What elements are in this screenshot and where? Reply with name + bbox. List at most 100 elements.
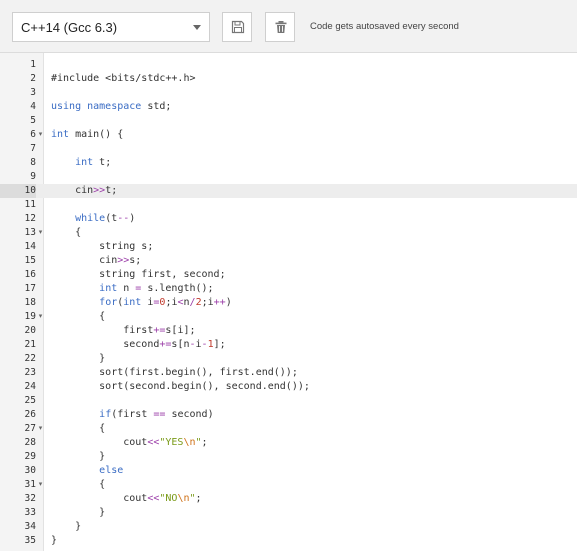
code-text: while(t--)	[51, 212, 135, 226]
fold-arrow-icon[interactable]: ▾	[37, 226, 44, 240]
code-line[interactable]: 21 second+=s[n-i-1];	[0, 338, 577, 352]
code-editor[interactable]: 1 2 #include <bits/stdc++.h> 3 4 using namesp…	[0, 53, 577, 551]
code-line[interactable]: 5	[0, 114, 577, 128]
code-token: int	[75, 157, 94, 168]
code-text: string first, second;	[51, 268, 225, 282]
code-token: int	[51, 129, 70, 140]
code-line[interactable]: 26 if(first == second)	[0, 408, 577, 422]
line-number: 18	[24, 297, 36, 308]
editor-toolbar: C++14 (Gcc 6.3) Code gets autosaved ever…	[0, 0, 577, 53]
code-token: t;	[105, 185, 118, 196]
code-line[interactable]: 32 cout<<"NO\n";	[0, 492, 577, 506]
fold-arrow-icon[interactable]: ▾	[37, 478, 44, 492]
code-line[interactable]: 4 using namespace std;	[0, 100, 577, 114]
code-token: ;i	[201, 297, 214, 308]
code-token: ];	[213, 339, 226, 350]
line-number: 2	[30, 73, 36, 84]
code-line[interactable]: 29 }	[0, 450, 577, 464]
fold-arrow-icon[interactable]: ▾	[37, 310, 44, 324]
code-line[interactable]: 18 for(int i=0;i<n/2;i++)	[0, 296, 577, 310]
language-select[interactable]: C++14 (Gcc 6.3)	[12, 12, 210, 42]
code-token: first	[51, 325, 154, 336]
save-button[interactable]	[222, 12, 252, 42]
code-line[interactable]: 35}	[0, 534, 577, 548]
code-token: >>	[93, 185, 106, 196]
fold-arrow-icon[interactable]: ▾	[37, 422, 44, 436]
code-token: +=	[159, 339, 172, 350]
line-number: 16	[24, 269, 36, 280]
code-line[interactable]: 8 int t;	[0, 156, 577, 170]
code-token: --	[117, 213, 130, 224]
code-token: ;i	[165, 297, 178, 308]
code-line[interactable]: 31 ▾ {	[0, 478, 577, 492]
code-line[interactable]: 1	[0, 58, 577, 72]
code-token: int	[99, 283, 118, 294]
code-line[interactable]: 28 cout<<"YES\n";	[0, 436, 577, 450]
code-text: }	[51, 450, 105, 464]
language-select-value: C++14 (Gcc 6.3)	[21, 20, 118, 35]
code-line[interactable]: 10 cin>>t;	[0, 184, 577, 198]
code-line[interactable]: 23 sort(first.begin(), first.end());	[0, 366, 577, 380]
line-number: 27	[24, 423, 36, 434]
line-number: 34	[24, 521, 36, 532]
chevron-down-icon	[193, 25, 201, 30]
code-line[interactable]: 7	[0, 142, 577, 156]
code-token: )	[225, 297, 232, 308]
code-line[interactable]: 3	[0, 86, 577, 100]
delete-button[interactable]	[265, 12, 295, 42]
line-number: 7	[30, 143, 36, 154]
code-line[interactable]: 16 string first, second;	[0, 268, 577, 282]
code-token: (first	[111, 409, 154, 420]
code-token: else	[99, 465, 124, 476]
code-token: int	[123, 297, 142, 308]
code-text: using namespace std;	[51, 100, 171, 114]
code-token: main() {	[69, 129, 124, 140]
code-text: }	[51, 352, 105, 366]
code-line[interactable]: 12 while(t--)	[0, 212, 577, 226]
code-line[interactable]: 34 }	[0, 520, 577, 534]
code-line[interactable]: 15 cin>>s;	[0, 254, 577, 268]
code-text: cin>>s;	[51, 254, 141, 268]
code-line[interactable]: 20 first+=s[i];	[0, 324, 577, 338]
line-number: 30	[24, 465, 36, 476]
code-line[interactable]: 6 ▾ int main() {	[0, 128, 577, 142]
line-number: 14	[24, 241, 36, 252]
code-token: }	[51, 535, 58, 546]
code-token: {	[51, 479, 106, 490]
line-number: 3	[30, 87, 36, 98]
code-line[interactable]: 27 ▾ {	[0, 422, 577, 436]
code-line[interactable]: 30 else	[0, 464, 577, 478]
code-line[interactable]: 33 }	[0, 506, 577, 520]
code-line[interactable]: 25	[0, 394, 577, 408]
code-token: }	[51, 507, 106, 518]
code-text: sort(first.begin(), first.end());	[51, 366, 298, 380]
code-line[interactable]: 2 #include <bits/stdc++.h>	[0, 72, 577, 86]
code-text: sort(second.begin(), second.end());	[51, 380, 310, 394]
floppy-disk-icon	[231, 20, 245, 34]
code-line[interactable]: 9	[0, 170, 577, 184]
code-line[interactable]: 22 }	[0, 352, 577, 366]
code-lines: 1 2 #include <bits/stdc++.h> 3 4 using namesp…	[0, 58, 577, 548]
code-token: string s;	[51, 241, 154, 252]
code-token: (t	[105, 213, 118, 224]
code-line[interactable]: 13 ▾ {	[0, 226, 577, 240]
line-number: 24	[24, 381, 36, 392]
code-text: cout<<"YES\n";	[51, 436, 208, 450]
code-line[interactable]: 11	[0, 198, 577, 212]
code-line[interactable]: 24 sort(second.begin(), second.end());	[0, 380, 577, 394]
code-token: >>	[117, 255, 130, 266]
fold-arrow-icon[interactable]: ▾	[37, 128, 44, 142]
code-line[interactable]: 14 string s;	[0, 240, 577, 254]
code-token: #include <bits/stdc++.h>	[51, 73, 196, 84]
code-line[interactable]: 17 int n = s.length();	[0, 282, 577, 296]
code-text: {	[51, 478, 105, 492]
code-line[interactable]: 19 ▾ {	[0, 310, 577, 324]
code-token: {	[51, 423, 106, 434]
code-token: ;	[201, 437, 208, 448]
line-number: 6	[30, 129, 36, 140]
line-number: 29	[24, 451, 36, 462]
code-text: string s;	[51, 240, 153, 254]
